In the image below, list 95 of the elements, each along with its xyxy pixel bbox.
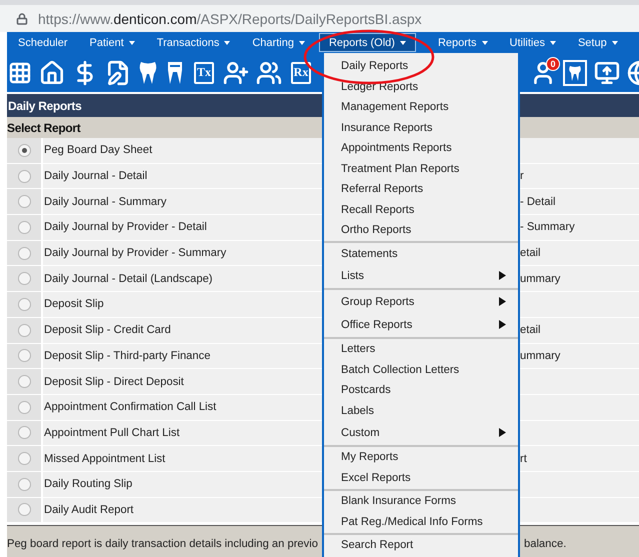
nav-menu-item[interactable]: Scheduler bbox=[10, 33, 76, 52]
radio-button[interactable] bbox=[18, 478, 30, 491]
nav-menu-item[interactable]: Transactions bbox=[148, 33, 238, 52]
description-text: balance. bbox=[524, 538, 566, 550]
caret-icon bbox=[550, 40, 556, 44]
menu-item[interactable]: Referral Reports bbox=[324, 179, 518, 200]
report-name[interactable]: etail bbox=[520, 247, 541, 260]
report-name[interactable]: Deposit Slip - Third-party Finance bbox=[41, 344, 322, 368]
radio-button[interactable] bbox=[18, 452, 30, 466]
report-name[interactable]: ummary bbox=[520, 272, 560, 285]
menu-item[interactable]: Postcards bbox=[324, 380, 518, 400]
radio-button[interactable] bbox=[18, 324, 30, 337]
nav-menu-item[interactable]: Setup bbox=[570, 33, 626, 52]
monitor-arrow-icon[interactable] bbox=[594, 60, 620, 86]
menu-item[interactable]: Ledger Reports bbox=[324, 76, 518, 97]
report-name[interactable]: Daily Routing Slip bbox=[41, 472, 322, 497]
menu-item[interactable]: Recall Reports bbox=[324, 200, 518, 220]
crown-tooth-icon[interactable] bbox=[165, 60, 185, 86]
report-name[interactable]: rt bbox=[520, 452, 527, 465]
report-name[interactable]: Deposit Slip - Credit Card bbox=[41, 318, 322, 342]
calendar-icon[interactable] bbox=[8, 60, 32, 84]
menu-item[interactable]: Appointments Reports bbox=[324, 138, 518, 158]
radio-button[interactable] bbox=[18, 246, 30, 260]
menu-item[interactable]: Management Reports bbox=[324, 97, 518, 118]
radio-button[interactable] bbox=[18, 220, 30, 234]
radio-button[interactable] bbox=[18, 503, 30, 516]
users-icon[interactable] bbox=[256, 60, 282, 86]
radio-button[interactable] bbox=[18, 272, 30, 286]
treatment-button[interactable]: Tx bbox=[194, 62, 214, 84]
menu-item[interactable]: Batch Collection Letters bbox=[324, 360, 518, 380]
radio-button[interactable] bbox=[18, 349, 30, 362]
caret-icon bbox=[224, 40, 230, 44]
report-name[interactable]: Appointment Pull Chart List bbox=[41, 420, 322, 446]
caret-icon bbox=[128, 40, 135, 44]
menu-item[interactable]: Group Reports bbox=[324, 290, 518, 313]
nav-menu-item[interactable]: Charting bbox=[244, 33, 313, 52]
report-name[interactable]: Daily Journal by Provider - Summary bbox=[41, 240, 322, 266]
radio-button[interactable] bbox=[18, 400, 30, 414]
report-name[interactable]: Deposit Slip - Direct Deposit bbox=[41, 369, 322, 394]
tooth-frame-icon[interactable] bbox=[563, 60, 587, 86]
menu-item[interactable]: Search Report bbox=[324, 535, 518, 556]
caret-icon bbox=[400, 40, 406, 44]
report-name[interactable]: Daily Journal - Detail bbox=[41, 164, 322, 188]
menu-item[interactable]: Insurance Reports bbox=[324, 118, 518, 138]
report-name[interactable]: ummary bbox=[520, 350, 560, 362]
radio-button[interactable] bbox=[18, 195, 30, 208]
report-name[interactable]: r bbox=[520, 170, 524, 182]
menu-item[interactable]: Treatment Plan Reports bbox=[324, 158, 518, 179]
report-name[interactable]: etail bbox=[520, 324, 541, 336]
nav-menu-item[interactable]: Utilities bbox=[502, 33, 564, 52]
radio-button[interactable] bbox=[18, 375, 30, 388]
user-plus-icon[interactable] bbox=[223, 60, 249, 86]
report-name[interactable]: Daily Journal by Provider - Detail bbox=[41, 215, 322, 240]
menu-item[interactable]: Custom bbox=[324, 421, 518, 444]
menu-item[interactable]: Excel Reports bbox=[324, 468, 518, 488]
menu-item[interactable]: My Reports bbox=[324, 447, 518, 468]
menu-item[interactable]: Daily Reports bbox=[324, 56, 518, 76]
submenu-arrow-icon bbox=[499, 271, 506, 280]
notification-badge: 0 bbox=[546, 56, 560, 70]
lock-icon bbox=[16, 12, 28, 24]
menu-item[interactable]: Blank Insurance Forms bbox=[324, 491, 518, 512]
caret-icon bbox=[612, 40, 618, 44]
report-name[interactable]: Missed Appointment List bbox=[41, 446, 322, 471]
submenu-arrow-icon bbox=[499, 297, 506, 306]
menu-item[interactable]: Statements bbox=[324, 244, 518, 264]
radio-button[interactable] bbox=[18, 144, 30, 157]
submenu-arrow-icon bbox=[499, 428, 506, 437]
report-name[interactable]: Deposit Slip bbox=[41, 292, 322, 317]
radio-button[interactable] bbox=[18, 170, 30, 183]
menu-item[interactable]: Ortho Reports bbox=[324, 220, 518, 240]
caret-icon bbox=[298, 40, 305, 44]
menu-item[interactable]: Letters bbox=[324, 339, 518, 360]
report-name[interactable]: Peg Board Day Sheet bbox=[41, 138, 322, 163]
radio-button[interactable] bbox=[18, 426, 30, 440]
report-name[interactable]: - Summary bbox=[520, 221, 575, 234]
nav-menu-item[interactable]: Patient bbox=[82, 33, 143, 52]
description-text: Peg board report is daily transaction details including an previo bbox=[7, 538, 319, 550]
radio-button[interactable] bbox=[18, 298, 30, 311]
report-name[interactable]: Appointment Confirmation Call List bbox=[41, 394, 322, 420]
menu-item[interactable]: Office Reports bbox=[324, 313, 518, 336]
report-name[interactable]: - Detail bbox=[520, 196, 556, 208]
prescription-button[interactable]: Rx bbox=[291, 62, 311, 84]
home-icon[interactable] bbox=[39, 60, 65, 86]
note-edit-icon[interactable] bbox=[105, 60, 131, 86]
menu-item[interactable]: Pat Reg./Medical Info Forms bbox=[324, 512, 518, 532]
report-name[interactable]: Daily Journal - Detail (Landscape) bbox=[41, 266, 322, 292]
menu-item[interactable]: Lists bbox=[324, 264, 518, 287]
menu-item[interactable]: Labels bbox=[324, 400, 518, 421]
nav-menu-item[interactable]: Reports bbox=[430, 33, 496, 52]
tooth-icon[interactable] bbox=[138, 60, 158, 86]
caret-icon bbox=[482, 40, 488, 44]
submenu-arrow-icon bbox=[499, 320, 506, 329]
report-name[interactable]: Daily Journal - Summary bbox=[41, 189, 322, 214]
report-name[interactable]: Daily Audit Report bbox=[41, 498, 322, 522]
nav-menu-item[interactable]: Reports (Old) bbox=[318, 33, 416, 52]
